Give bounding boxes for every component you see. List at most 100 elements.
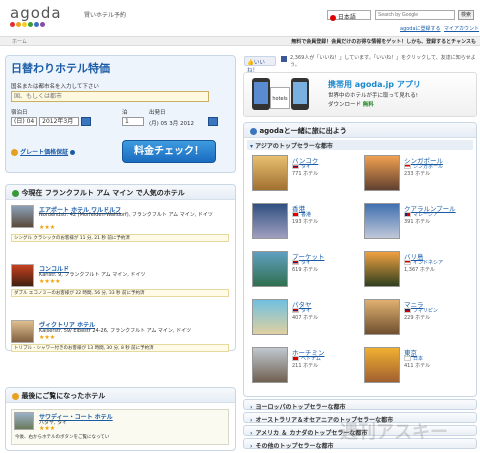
city-item[interactable]: プーケット タイ 619 ホテル [252,251,362,295]
checkout-calendar-icon[interactable] [208,117,218,126]
city-photo[interactable] [252,299,288,335]
city-item[interactable]: ホーチミン ベトナム 211 ホテル [252,347,362,391]
country-flag-icon [404,308,411,313]
city-item[interactable]: バリ島 インドネシア 1,367 ホテル [364,251,474,295]
country-flag-icon [404,356,411,361]
city-country: タイ [292,163,311,170]
city-hotel-count: 391 ホテル [404,219,431,225]
city-country: シンガポール [404,163,443,170]
language-select[interactable]: 日本語 [327,10,371,21]
nights-label: 泊 [122,110,128,116]
city-item[interactable]: 東京 日本 411 ホテル [364,347,474,391]
promo-line[interactable]: 無料で会員登録！会員だけのお得な情報をゲット！しかも、登録するとチャンスも [291,38,476,45]
calendar-icon[interactable] [81,117,92,126]
search-button[interactable]: 検索 [458,10,474,20]
mobile-app-banner[interactable]: hotels 携帯用 agoda.jp アプリ 世界中のホテルが手に取って見れる… [243,72,477,117]
region-europe[interactable]: ヨーロッパのトップセラーな都市 [243,399,477,411]
city-country: マレーシア [404,211,438,218]
city-hotel-count: 229 ホテル [404,315,431,321]
city-country: タイ [292,259,311,266]
logo[interactable]: agoda [10,4,62,28]
city-hotel-count: 771 ホテル [292,171,319,177]
globe-icon [250,127,257,135]
city-photo[interactable] [252,155,288,191]
register-link[interactable]: agodaに登録する [400,25,441,32]
my-account-link[interactable]: マイアカウント [444,25,479,32]
fb-avatar [281,56,287,62]
hotel-item[interactable]: エアポート ホテル ワルドルフ Nordendstr. 42 (Morfelde… [11,205,233,249]
city-hotel-count: 411 ホテル [404,363,431,369]
city-photo[interactable] [252,347,288,383]
like-button[interactable]: 👍いいね！ [244,56,276,74]
explore-panel: agodaと一緒に旅に出よう ▾ アジアのトップセラーな都市 バンコク タイ 771… [243,122,477,397]
info-icon[interactable] [70,150,76,155]
city-photo[interactable] [364,203,400,239]
country-flag-icon [292,308,299,313]
booking-note: シングル クラシックのお客様が 11 分, 21 秒 前に予約済 [11,234,229,242]
hotel-photo[interactable] [11,264,34,287]
phone-image [291,78,309,110]
breadcrumb[interactable]: ホーム [12,38,27,45]
city-item[interactable]: マニラ フィリピン 229 ホテル [364,299,474,343]
mobile-app-title: 携帯用 agoda.jp アプリ [328,80,421,89]
hotel-address: Kaiserstr. 59/ Elbestr 24-26, フランクフルト アム… [39,328,192,334]
city-photo[interactable] [364,251,400,287]
city-country: フィリピン [404,307,438,314]
destination-input[interactable] [11,91,209,102]
destination-prompt: 国名または都市名を入力して下さい [11,84,99,90]
hotel-item[interactable]: コンコルド Karlstr. 9, フランクフルト アム マイン, ドイツ ★★… [11,264,233,308]
city-hotel-count: 211 ホテル [292,363,319,369]
checkout-label: 出発日 [149,110,166,116]
city-photo[interactable] [252,203,288,239]
breadcrumb-bar: ホーム 無料で会員登録！会員だけのお得な情報をゲット！しかも、登録するとチャンス… [0,36,480,46]
watermark: 週刊アスキー [340,422,448,443]
country-flag-icon [404,164,411,169]
recent-hotel-item[interactable]: サワディー・コート ホテル バタヤ, タイ ★★★ 今後、右からホテルのボタンを… [11,409,229,445]
country-flag-icon [404,212,411,217]
booking-title: 日替わりホテル特価 [11,62,110,75]
hotel-photo[interactable] [11,320,34,343]
month-select[interactable]: 2012年3月 [39,117,80,126]
recent-note: 今後、右からホテルのボタンをご覧になってい [15,435,110,440]
city-photo[interactable] [364,155,400,191]
city-item[interactable]: シンガポール シンガポール 233 ホテル [364,155,474,199]
hotels-card: hotels [270,87,290,109]
country-flag-icon [292,356,299,361]
price-guarantee[interactable]: グレート価格保証 [11,147,76,156]
check-price-button[interactable]: 料金チェック！ [122,140,216,163]
city-country: 日本 [404,355,423,362]
mobile-app-line1: 世界中のホテルが手に取って見れる! [328,93,418,99]
city-country: ベトナム [292,355,321,362]
country-flag-icon [292,212,299,217]
asia-section-header[interactable]: ▾ アジアのトップセラーな都市 [247,140,473,150]
hotel-item[interactable]: ヴィクトリア ホテル Kaiserstr. 59/ Elbestr 24-26,… [11,320,233,364]
chevron-down-icon: ▾ [250,143,254,150]
city-item[interactable]: 香港 香港 193 ホテル [252,203,362,247]
hotel-photo[interactable] [11,205,34,228]
checkin-label: 宿泊日 [11,110,28,116]
city-photo[interactable] [252,251,288,287]
city-hotel-count: 233 ホテル [404,171,431,177]
hotel-photo[interactable] [14,412,34,430]
city-hotel-count: 193 ホテル [292,219,319,225]
star-badge-icon [12,189,19,197]
phone-image [252,78,270,110]
city-item[interactable]: パタヤ タイ 407 ホテル [252,299,362,343]
recent-hotels-panel: 最後にご覧になったホテル サワディー・コート ホテル バタヤ, タイ ★★★ 今… [5,387,236,451]
day-select[interactable]: (日) 04 [11,117,38,126]
search-input[interactable] [375,10,455,20]
city-photo[interactable] [364,299,400,335]
city-photo[interactable] [364,347,400,383]
history-icon [12,392,19,400]
nights-select[interactable]: 1 [122,117,144,126]
booking-note: トリプル - シャワー付きのお客様が 13 時間, 30 分, 8 秒 前に予約… [11,344,229,352]
recent-header: 最後にご覧になったホテル [6,388,235,403]
city-country: 香港 [292,211,311,218]
booking-panel: 日替わりホテル特価 国名または都市名を入力して下さい 宿泊日 泊 出発日 (日)… [5,55,236,173]
guarantee-icon [11,149,18,156]
logo-text: agoda [10,4,62,22]
city-item[interactable]: バンコク タイ 771 ホテル [252,155,362,199]
booking-note: ダブル エコノミーのお客様が 22 時間, 56 分, 33 秒 前に予約済 [11,289,229,297]
hotel-stars: ★★★ [39,425,56,432]
city-item[interactable]: クアラルンプール マレーシア 391 ホテル [364,203,474,247]
